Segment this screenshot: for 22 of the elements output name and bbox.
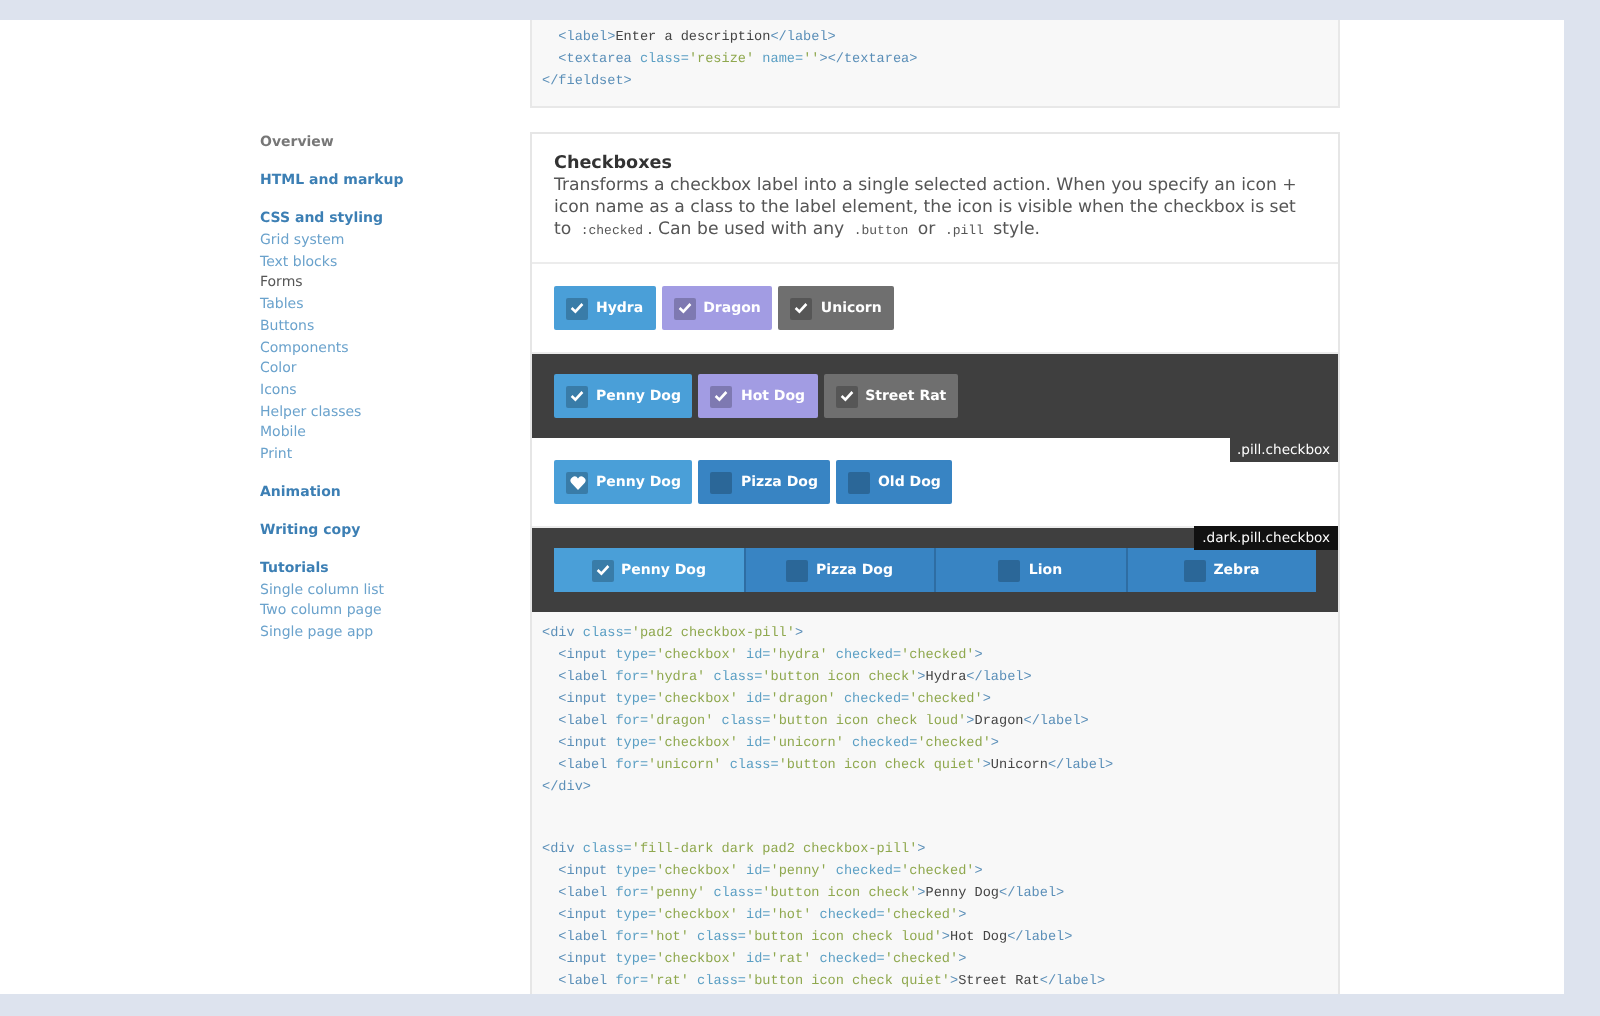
checkmark-icon [677, 302, 692, 314]
checked-checkbox[interactable] [591, 559, 613, 581]
checked-checkbox[interactable] [566, 385, 588, 407]
checkmark-icon [570, 390, 584, 402]
checked-checkbox[interactable] [710, 385, 733, 407]
unchecked-checkbox[interactable] [1183, 559, 1206, 581]
heart-icon [569, 475, 585, 489]
checked-checkbox[interactable] [566, 297, 588, 319]
section-title: Checkboxes [554, 152, 674, 176]
unchecked-checkbox[interactable] [998, 559, 1021, 581]
checked-checkbox[interactable] [673, 297, 696, 319]
checkmark-icon [839, 390, 854, 402]
checkmark-icon [794, 302, 809, 314]
checkmark-icon [595, 564, 609, 576]
unchecked-checkbox[interactable] [710, 471, 733, 493]
checked-checkbox[interactable] [835, 385, 858, 407]
unchecked-checkbox[interactable] [847, 471, 870, 493]
checked-checkbox[interactable] [566, 471, 588, 493]
checkmark-icon [570, 302, 584, 314]
unchecked-checkbox[interactable] [786, 559, 808, 581]
checked-checkbox[interactable] [790, 297, 813, 319]
checkmark-icon [714, 390, 729, 402]
